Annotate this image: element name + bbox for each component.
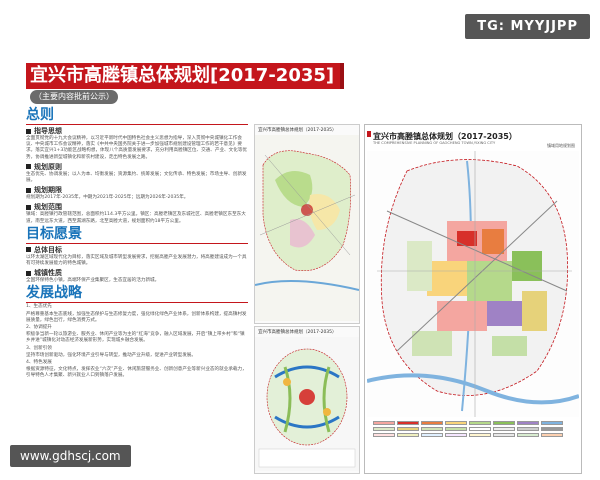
guiding-text: 全面贯彻党的十九大会议精神，以习近平新时代中国特色社会主义思想为指导，深入贯彻中…: [26, 136, 248, 160]
heading-strategy: 发展战略: [26, 285, 82, 302]
heading-target: 目标愿景: [26, 225, 82, 242]
strategy-2: 严格尊重基本生态底线，加强生态保护与生态修复力度，强化绿化绿色产业体系，创新体系…: [26, 311, 247, 323]
subheading-scope: 规划范围: [26, 202, 248, 212]
legend-row: [373, 421, 575, 425]
period-text: 规划期为2017年-2035年，中期为2021年-2025年；远期为2026年-…: [26, 195, 189, 201]
subheading-principle: 规划原则: [26, 162, 248, 172]
bullet-icon: [26, 164, 31, 170]
bullet-icon: [26, 187, 31, 193]
nature-text: 全国环保特色小镇，高端环保产业集聚区，生态宜居的活力新城。: [26, 278, 160, 284]
map-legend: [373, 421, 575, 439]
regional-map-panel: 宜兴市高塍镇总体规划（2017-2035）: [254, 124, 360, 324]
subheading-nature: 城镇性质: [26, 268, 248, 278]
page-title: 宜兴市高塍镇总体规划[2017-2035]: [26, 63, 344, 89]
legend-row: [373, 427, 575, 431]
strategy-1: 1、生态优先: [26, 304, 52, 310]
regional-map: [254, 135, 360, 321]
divider: [26, 302, 248, 304]
page-subtitle: （主要内容批前公示）: [30, 90, 118, 104]
bullet-icon: [26, 270, 31, 276]
structure-diagram-panel: 宜兴市高塍镇总体规划（2017-2035）: [254, 326, 360, 474]
bullet-icon: [26, 128, 31, 134]
strategy-4: 积极争当新一轮以旅游业、服务业、休闲产业等为主的“红海”竞争，融入区域发展，开启…: [26, 332, 245, 344]
divider: [26, 242, 248, 244]
panel-a-title: 宜兴市高塍镇总体规划（2017-2035）: [258, 128, 337, 133]
subheading-period: 规划期限: [26, 185, 248, 195]
structure-diagram: [255, 337, 359, 471]
legend-row: [373, 433, 575, 437]
left-content: 总则 指导思想 全面贯彻党的十九大会议精神，以习近平新时代中国特色社会主义思想为…: [26, 106, 248, 460]
subheading-guiding: 指导思想: [26, 126, 248, 136]
main-land-use-map-panel: 宜兴市高塍镇总体规划（2017-2035） THE COMPREHENSIVE …: [364, 124, 582, 474]
scope-text: 镇域：高塍镇行政管辖范围，总面积约114.3平方公里。镇区：高塍老镇区及东城社区…: [26, 212, 246, 224]
watermark-bottom: www.gdhscj.com: [10, 445, 131, 467]
watermark-top: TG: MYYJJPP: [465, 14, 590, 39]
principle-text: 生态优先、协调发展；以人为本、均衡发展；资源集约、统筹发展；文化传承、特色发展；…: [26, 171, 247, 184]
strategy-5: 3、创新引领: [26, 345, 52, 351]
title-marker-icon: [367, 131, 371, 137]
strategy-8: 根据资源特征，文化特点，发挥农业“六次”产业、休闲旅游服务业、创新创意产业等新兴…: [26, 367, 247, 379]
land-use-map: [367, 151, 579, 417]
main-map-subtitle: THE COMPREHENSIVE PLANNING OF GAOCHENG T…: [373, 141, 496, 145]
main-map-corner-label: 镇域用地规划图: [547, 143, 575, 148]
strategy-7: 4、特色发展: [26, 360, 52, 366]
heading-general: 总则: [26, 107, 54, 123]
overall-text: 以环太湖区域现代化为目标，落实区域及城市转型发展要求，挖掘高塍产业发展潜力，将高…: [26, 254, 247, 267]
divider: [26, 124, 248, 125]
subheading-overall: 总体目标: [26, 245, 248, 255]
panel-b-title: 宜兴市高塍镇总体规划（2017-2035）: [258, 330, 337, 335]
strategy-6: 坚持市场创新驱动，强化环境产业引导与转型，推动产业升级，促进产业转型发展。: [26, 352, 196, 358]
bullet-icon: [26, 247, 31, 253]
strategy-3: 2、协调提升: [26, 325, 52, 331]
bullet-icon: [26, 204, 31, 210]
